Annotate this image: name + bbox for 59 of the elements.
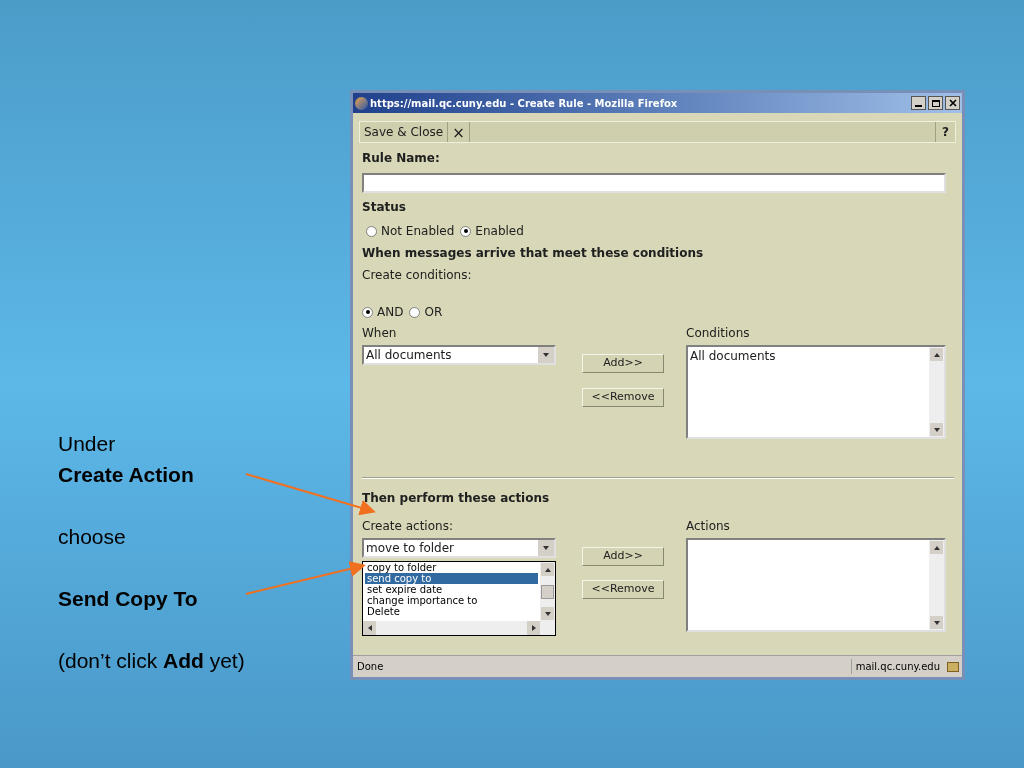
scroll-down-icon[interactable] (932, 618, 941, 627)
scrollbar[interactable] (540, 562, 555, 621)
field-label: Status (362, 199, 407, 216)
scrollbar[interactable] (929, 540, 944, 630)
annotation-text: Send Copy To (58, 586, 199, 612)
annotation-text: (don’t click Add yet) (58, 648, 245, 674)
radio-button[interactable] (460, 225, 472, 237)
dropdown-select[interactable]: All documents (362, 345, 556, 365)
annotation-text: Under (58, 431, 117, 457)
field-label: Rule Name: (362, 150, 441, 167)
radio-label: Not Enabled (381, 223, 455, 240)
horizontal-scrollbar[interactable] (363, 621, 555, 635)
dropdown-option[interactable]: Delete (365, 606, 538, 617)
window-title: https://mail.qc.cuny.edu - Create Rule - Mozilla Firefox (370, 96, 679, 111)
rule-name-field[interactable] (362, 173, 946, 193)
dropdown-option[interactable]: set expire date (365, 584, 538, 595)
maximize-icon[interactable] (928, 96, 943, 110)
annotation-text: Create Action (58, 462, 195, 488)
dropdown-option[interactable]: change importance to (365, 595, 538, 606)
radio-label: OR (424, 304, 443, 321)
radio-button[interactable] (362, 306, 373, 318)
dropdown-list[interactable]: copy to folder send copy to set expire date change importance to Delete (362, 561, 556, 636)
dropdown-arrow-icon[interactable] (542, 544, 550, 552)
annotation-text: choose (58, 524, 127, 550)
conditions-list[interactable]: All documents (686, 345, 946, 439)
form-button[interactable]: Add>> (582, 354, 664, 373)
minimize-icon[interactable] (911, 96, 926, 110)
help-button[interactable]: ? (935, 122, 955, 142)
scroll-right-icon[interactable] (529, 624, 538, 632)
browser-logo-icon (355, 96, 368, 110)
actions-list[interactable] (686, 538, 946, 632)
list-item[interactable]: All documents (690, 347, 927, 365)
save-close-button[interactable]: Save & Close (360, 122, 449, 142)
close-button[interactable]: × (448, 122, 470, 142)
form-button[interactable]: <<Remove (582, 388, 664, 407)
field-label: Create actions: (362, 518, 454, 535)
close-icon[interactable] (945, 96, 960, 110)
status-text: Done (356, 660, 385, 674)
dropdown-select[interactable]: move to folder (362, 538, 556, 558)
field-label: When (362, 325, 398, 342)
field-label: Actions (686, 518, 731, 535)
field-label: Create conditions: (362, 267, 473, 284)
form-button[interactable]: <<Remove (582, 580, 664, 599)
scroll-down-icon[interactable] (543, 609, 552, 618)
section-heading: Then perform these actions (362, 490, 551, 507)
dropdown-arrow-icon[interactable] (542, 351, 550, 359)
field-label: Conditions (686, 325, 751, 342)
dropdown-option[interactable]: copy to folder (365, 562, 538, 573)
radio-button[interactable] (366, 225, 377, 237)
lock-icon (947, 661, 959, 672)
form-button[interactable]: Add>> (582, 547, 664, 566)
status-host: mail.qc.cuny.edu (850, 659, 944, 674)
radio-label: Enabled (475, 223, 524, 240)
radio-button[interactable] (409, 306, 421, 318)
scrollbar[interactable] (929, 347, 944, 437)
radio-label: AND (377, 304, 404, 321)
dropdown-option[interactable]: send copy to (365, 573, 538, 584)
scroll-down-icon[interactable] (932, 425, 941, 434)
section-heading: When messages arrive that meet these conditions (362, 245, 705, 262)
